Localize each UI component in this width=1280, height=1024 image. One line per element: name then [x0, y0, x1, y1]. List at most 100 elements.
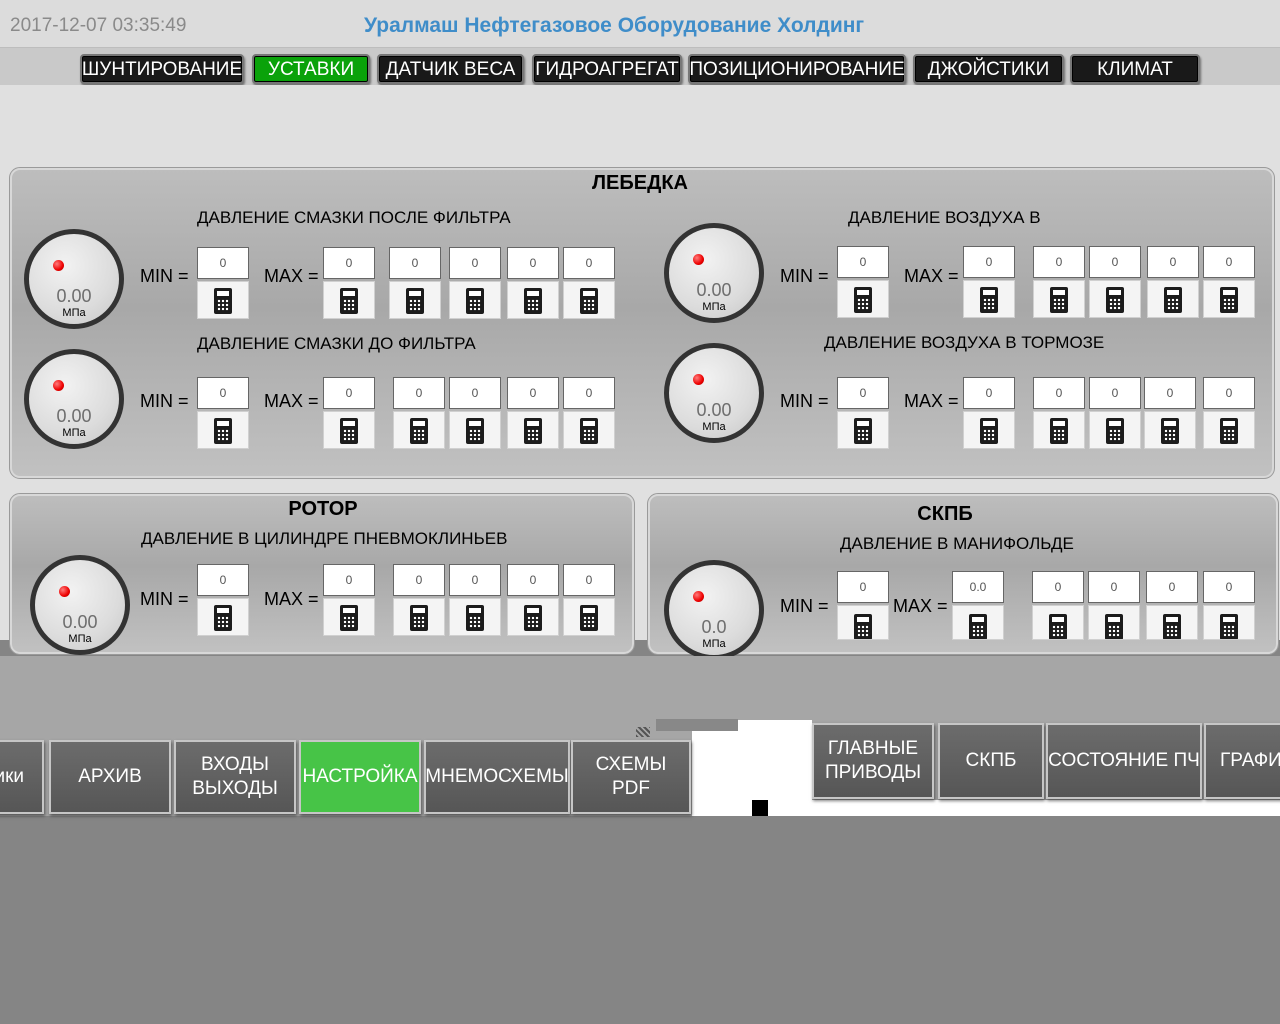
calculator-button[interactable]	[197, 281, 249, 319]
calculator-button[interactable]	[837, 411, 889, 449]
bottom-nav-button[interactable]: ики	[0, 740, 44, 814]
setpoint-input[interactable]: 0	[1033, 377, 1085, 409]
calculator-button[interactable]	[197, 598, 249, 636]
calculator-button[interactable]	[1033, 280, 1085, 318]
setpoint-input[interactable]: 0	[389, 247, 441, 279]
calculator-button[interactable]	[507, 281, 559, 319]
calculator-button[interactable]	[1089, 411, 1141, 449]
calculator-button[interactable]	[563, 411, 615, 449]
setpoint-input[interactable]: 0	[1089, 246, 1141, 278]
calculator-button[interactable]	[197, 411, 249, 449]
calculator-button[interactable]	[449, 598, 501, 636]
setpoint-input[interactable]: 0	[1033, 246, 1085, 278]
calculator-button[interactable]	[1088, 605, 1140, 640]
calculator-icon	[1049, 614, 1067, 639]
status-led-icon	[53, 260, 64, 271]
calculator-button[interactable]	[963, 280, 1015, 318]
calculator-button[interactable]	[389, 281, 441, 319]
max-label: MAX =	[893, 596, 948, 616]
setpoint-input[interactable]: 0	[507, 377, 559, 409]
setpoint-input[interactable]: 0	[1089, 377, 1141, 409]
bottom-nav-button[interactable]: СХЕМЫ PDF	[571, 740, 691, 814]
setpoint-input[interactable]: 0	[1147, 246, 1199, 278]
calculator-button[interactable]	[449, 281, 501, 319]
min-input[interactable]: 0	[837, 246, 889, 278]
nav-tab-5[interactable]: ПОЗИЦИОНИРОВАНИЕ	[688, 54, 906, 84]
max-input[interactable]: 0	[323, 247, 375, 279]
min-input[interactable]: 0	[837, 377, 889, 409]
calculator-button[interactable]	[507, 411, 559, 449]
bottom-nav-button[interactable]: ВХОДЫ ВЫХОДЫ	[174, 740, 296, 814]
max-input[interactable]: 0	[323, 377, 375, 409]
status-led-icon	[59, 586, 70, 597]
calculator-button[interactable]	[1203, 280, 1255, 318]
nav-tab-3[interactable]: ДАТЧИК ВЕСА	[377, 54, 524, 84]
setpoint-input[interactable]: 0	[449, 564, 501, 596]
setpoint-input[interactable]: 0	[1032, 571, 1084, 603]
calculator-button[interactable]	[1203, 605, 1255, 640]
setpoint-input[interactable]: 0	[1203, 377, 1255, 409]
setpoint-input[interactable]: 0	[1146, 571, 1198, 603]
nav-tab-2[interactable]: УСТАВКИ	[252, 54, 370, 84]
calculator-icon	[466, 418, 484, 444]
bottom-nav-button[interactable]: ГРАФИ	[1204, 723, 1280, 799]
bottom-nav-button[interactable]: СОСТОЯНИЕ ПЧ	[1046, 723, 1202, 799]
nav-tab-1[interactable]: ШУНТИРОВАНИЕ	[80, 54, 244, 84]
calculator-button[interactable]	[507, 598, 559, 636]
bottom-nav-button[interactable]: НАСТРОЙКА	[299, 740, 421, 814]
calculator-button[interactable]	[393, 598, 445, 636]
setpoint-input[interactable]: 0	[563, 377, 615, 409]
min-input[interactable]: 0	[837, 571, 889, 603]
min-input[interactable]: 0	[197, 247, 249, 279]
calculator-icon	[214, 418, 232, 444]
calculator-button[interactable]	[837, 280, 889, 318]
calculator-button[interactable]	[323, 281, 375, 319]
calculator-button[interactable]	[323, 411, 375, 449]
bottom-nav-button[interactable]: ГЛАВНЫЕ ПРИВОДЫ	[812, 723, 934, 799]
calculator-button[interactable]	[1032, 605, 1084, 640]
calculator-button[interactable]	[1144, 411, 1196, 449]
bottom-nav-button[interactable]: АРХИВ	[49, 740, 171, 814]
resize-grip-icon[interactable]	[636, 727, 650, 737]
calculator-button[interactable]	[1147, 280, 1199, 318]
setpoint-input[interactable]: 0	[449, 377, 501, 409]
setpoint-input[interactable]: 0	[393, 377, 445, 409]
nav-tab-4[interactable]: ГИДРОАГРЕГАТ	[532, 54, 682, 84]
bottom-nav-button[interactable]: МНЕМОСХЕМЫ	[424, 740, 570, 814]
setpoint-input[interactable]: 0	[563, 247, 615, 279]
setpoint-input[interactable]: 0	[1144, 377, 1196, 409]
setpoint-input[interactable]: 0	[507, 564, 559, 596]
max-input[interactable]: 0	[963, 246, 1015, 278]
max-input[interactable]: 0	[963, 377, 1015, 409]
min-input[interactable]: 0	[197, 377, 249, 409]
calculator-button[interactable]	[449, 411, 501, 449]
setpoint-input[interactable]: 0	[507, 247, 559, 279]
calculator-button[interactable]	[1089, 280, 1141, 318]
calculator-button[interactable]	[1146, 605, 1198, 640]
splitter-bar[interactable]	[656, 719, 738, 731]
setpoint-input[interactable]: 0	[1203, 571, 1255, 603]
max-input[interactable]: 0.0	[952, 571, 1004, 603]
setpoint-input[interactable]: 0	[1088, 571, 1140, 603]
calculator-button[interactable]	[952, 605, 1004, 640]
calculator-button[interactable]	[1033, 411, 1085, 449]
setpoint-input[interactable]: 0	[1203, 246, 1255, 278]
setpoint-input[interactable]: 0	[563, 564, 615, 596]
max-input[interactable]: 0	[323, 564, 375, 596]
nav-tab-6[interactable]: ДЖОЙСТИКИ	[913, 54, 1064, 84]
calculator-button[interactable]	[963, 411, 1015, 449]
calculator-button[interactable]	[563, 281, 615, 319]
setpoint-input[interactable]: 0	[393, 564, 445, 596]
gauge-unit: МПа	[702, 301, 726, 313]
calculator-icon	[1050, 287, 1068, 313]
nav-tab-7[interactable]: КЛИМАТ	[1070, 54, 1200, 84]
min-input[interactable]: 0	[197, 564, 249, 596]
calculator-button[interactable]	[563, 598, 615, 636]
calculator-button[interactable]	[1203, 411, 1255, 449]
setpoint-input[interactable]: 0	[449, 247, 501, 279]
calculator-button[interactable]	[323, 598, 375, 636]
calculator-button[interactable]	[393, 411, 445, 449]
calculator-button[interactable]	[837, 605, 889, 640]
bottom-nav-button[interactable]: СКПБ	[938, 723, 1044, 799]
gauge-unit: МПа	[62, 427, 86, 439]
